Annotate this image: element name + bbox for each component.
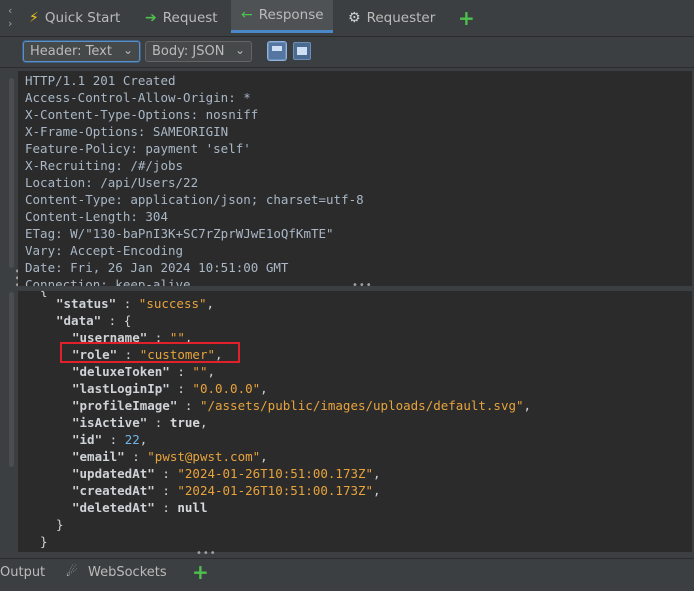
json-key: "isActive" bbox=[72, 415, 148, 430]
json-key: "email" bbox=[72, 449, 125, 464]
header-line: HTTP/1.1 201 Created bbox=[25, 73, 176, 88]
json-string: "2024-01-26T10:51:00.173Z" bbox=[177, 483, 374, 498]
response-toolbar: Header: Text ⌄ Body: JSON ⌄ bbox=[0, 37, 694, 68]
json-string: "pwst@pwst.com" bbox=[147, 449, 261, 464]
body-view-value: Body: JSON bbox=[152, 44, 225, 59]
tab-label: Requester bbox=[366, 10, 436, 26]
plus-icon: + bbox=[458, 6, 475, 30]
header-view-value: Header: Text bbox=[30, 44, 112, 59]
lightning-icon: ⚡ bbox=[29, 10, 39, 26]
json-line-email: "email" : "pwst@pwst.com", bbox=[72, 449, 268, 464]
body-view-select[interactable]: Body: JSON ⌄ bbox=[145, 41, 252, 62]
json-string: "" bbox=[192, 364, 208, 379]
response-headers-pane[interactable]: HTTP/1.1 201 Created Access-Control-Allo… bbox=[18, 71, 692, 286]
tab-requester[interactable]: ⚙ Requester bbox=[348, 0, 435, 36]
arrow-left-icon: ← bbox=[241, 7, 253, 23]
json-close-data: } bbox=[56, 517, 64, 532]
json-key: "profileImage" bbox=[72, 398, 178, 413]
chevron-down-icon[interactable]: › bbox=[8, 17, 22, 30]
json-close-brace: } bbox=[40, 534, 48, 549]
json-key: "updatedAt" bbox=[72, 466, 155, 481]
header-line: Feature-Policy: payment 'self' bbox=[25, 141, 251, 156]
json-number: 22 bbox=[124, 432, 140, 447]
add-tab-button[interactable]: + bbox=[458, 0, 475, 36]
json-line-data: "data" : { bbox=[56, 313, 132, 328]
json-line-id: "id" : 22, bbox=[72, 432, 148, 447]
add-bottom-tab-button[interactable]: + bbox=[192, 560, 209, 584]
json-open-brace: { bbox=[40, 291, 48, 299]
layout-tabs-icon[interactable] bbox=[293, 42, 311, 60]
json-key: "id" bbox=[72, 432, 103, 447]
chevron-down-icon: ⌄ bbox=[234, 43, 245, 57]
header-view-select[interactable]: Header: Text ⌄ bbox=[23, 41, 140, 62]
websocket-icon: ☄ bbox=[66, 565, 78, 580]
chevron-down-icon: ⌄ bbox=[122, 43, 133, 57]
header-line: Vary: Accept-Encoding bbox=[25, 243, 184, 258]
json-key: "data" bbox=[56, 313, 102, 328]
layout-split-icon[interactable] bbox=[267, 41, 287, 61]
header-line: ETag: W/"130-baPnI3K+SC7rZprWJwE1oQfKmTE… bbox=[25, 226, 334, 241]
tab-label: Response bbox=[258, 7, 324, 23]
json-key: "deletedAt" bbox=[72, 500, 155, 515]
header-line: Content-Type: application/json; charset=… bbox=[25, 192, 364, 207]
json-line-created: "createdAt" : "2024-01-26T10:51:00.173Z"… bbox=[72, 483, 381, 498]
tab-scroll-arrows[interactable]: ‹ › bbox=[8, 4, 22, 32]
output-tab[interactable]: Output bbox=[0, 565, 45, 580]
response-body-pane[interactable]: { "status" : "success", "data" : { "user… bbox=[18, 291, 692, 552]
json-string: "0.0.0.0" bbox=[192, 381, 261, 396]
json-key: "createdAt" bbox=[72, 483, 155, 498]
tab-label: Quick Start bbox=[44, 10, 121, 26]
tab-label: Request bbox=[162, 10, 218, 26]
json-null: null bbox=[177, 500, 208, 515]
json-string: "success" bbox=[138, 296, 207, 311]
json-key: "lastLoginIp" bbox=[72, 381, 170, 396]
header-line: X-Frame-Options: SAMEORIGIN bbox=[25, 124, 229, 139]
json-string: "/assets/public/images/uploads/default.s… bbox=[199, 398, 524, 413]
json-line-deleted: "deletedAt" : null bbox=[72, 500, 208, 515]
json-line-status: "status" : "success", bbox=[56, 296, 215, 311]
tab-quick-start[interactable]: ⚡ Quick Start bbox=[29, 0, 120, 36]
header-line: Content-Length: 304 bbox=[25, 209, 168, 224]
body-scrollbar[interactable] bbox=[9, 292, 14, 467]
json-line-active: "isActive" : true, bbox=[72, 415, 208, 430]
header-line: X-Recruiting: /#/jobs bbox=[25, 158, 184, 173]
header-line: Access-Control-Allow-Origin: * bbox=[25, 90, 251, 105]
arrow-right-icon: ➔ bbox=[145, 10, 157, 26]
json-key: "deluxeToken" bbox=[72, 364, 170, 379]
header-scrollbar[interactable] bbox=[9, 78, 14, 268]
json-line-profile: "profileImage" : "/assets/public/images/… bbox=[72, 398, 532, 413]
json-line-updated: "updatedAt" : "2024-01-26T10:51:00.173Z"… bbox=[72, 466, 381, 481]
header-line: X-Content-Type-Options: nosniff bbox=[25, 107, 259, 122]
role-highlight-box bbox=[60, 342, 240, 363]
header-line: Date: Fri, 26 Jan 2024 10:51:00 GMT bbox=[25, 260, 289, 275]
main-tab-bar: ‹ › ⚡ Quick Start ➔ Request ← Response ⚙… bbox=[0, 0, 694, 37]
bottom-tool-bar: Output ☄ WebSockets + bbox=[0, 558, 694, 591]
pane-splitter-handle[interactable]: ••• bbox=[352, 280, 373, 291]
json-line-deluxe: "deluxeToken" : "", bbox=[72, 364, 216, 379]
tab-request[interactable]: ➔ Request bbox=[145, 0, 218, 36]
json-string: "2024-01-26T10:51:00.173Z" bbox=[177, 466, 374, 481]
chevron-up-icon[interactable]: ‹ bbox=[8, 4, 22, 17]
websockets-tab[interactable]: WebSockets bbox=[88, 565, 167, 580]
json-key: "status" bbox=[56, 296, 117, 311]
header-line: Location: /api/Users/22 bbox=[25, 175, 199, 190]
json-line-lastip: "lastLoginIp" : "0.0.0.0", bbox=[72, 381, 268, 396]
requester-icon: ⚙ bbox=[348, 10, 361, 26]
json-boolean: true bbox=[169, 415, 200, 430]
tab-response[interactable]: ← Response bbox=[231, 0, 333, 33]
